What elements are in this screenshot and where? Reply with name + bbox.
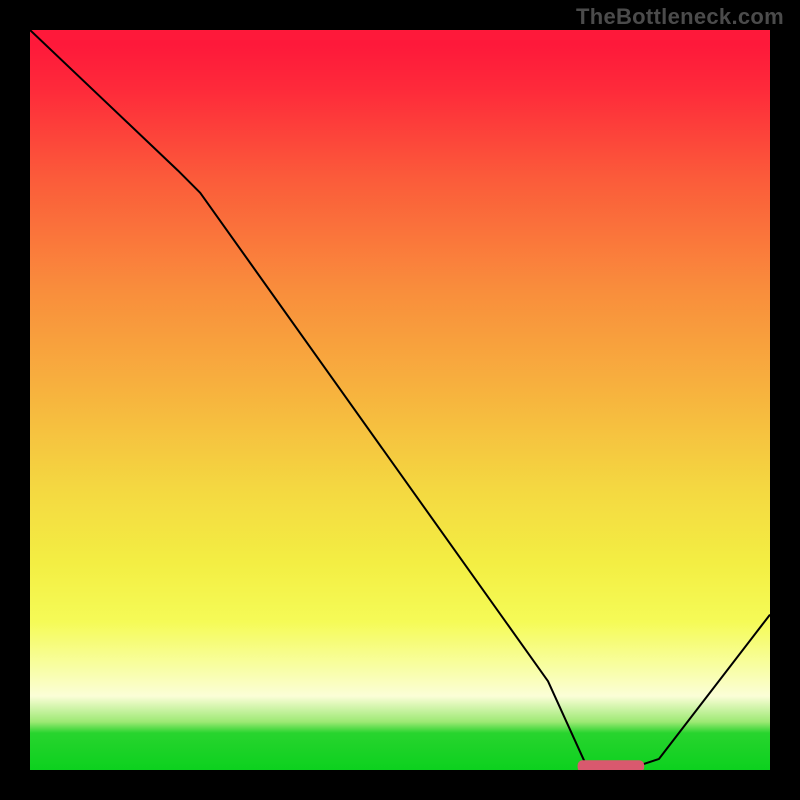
bottleneck-curve: [30, 30, 770, 766]
optimal-range-marker: [578, 760, 645, 770]
watermark-text: TheBottleneck.com: [576, 4, 784, 30]
chart-frame: TheBottleneck.com: [0, 0, 800, 800]
plot-area: [30, 30, 770, 770]
chart-svg: [30, 30, 770, 770]
